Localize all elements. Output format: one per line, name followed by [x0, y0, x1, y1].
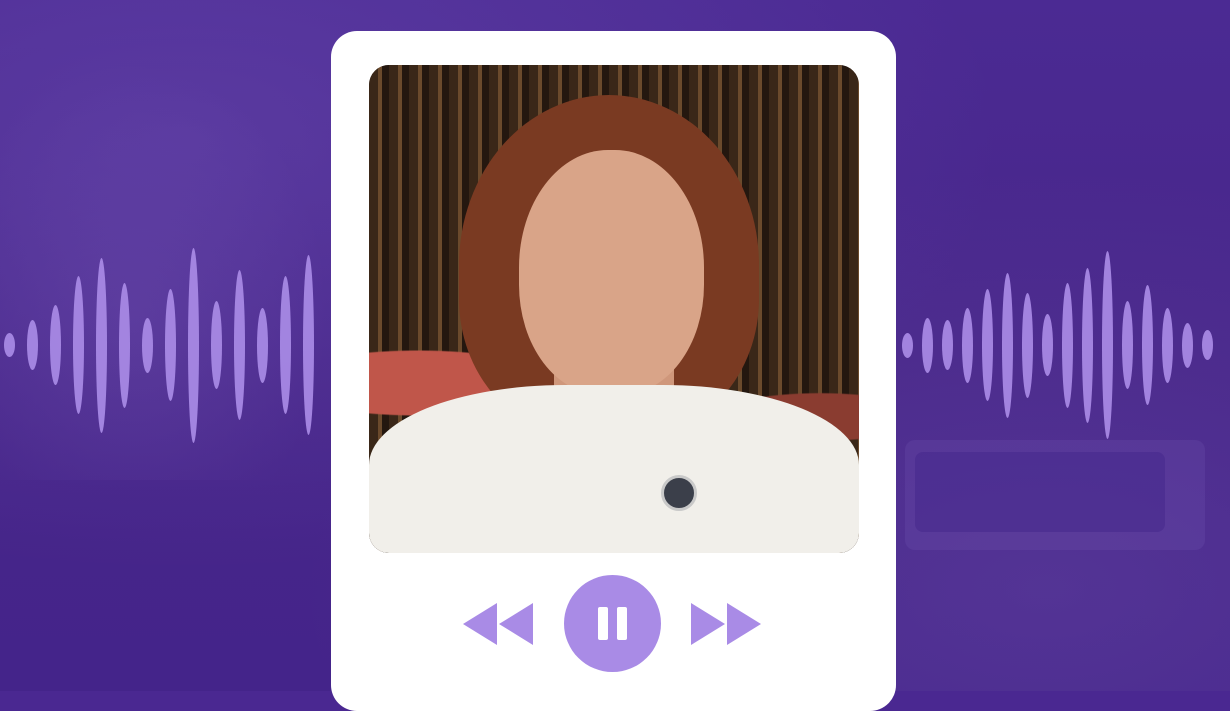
rewind-button[interactable] — [463, 603, 533, 645]
waveform-bar — [1162, 307, 1173, 383]
waveform-bar — [922, 317, 933, 373]
waveform-bar — [96, 257, 107, 433]
photo-jacket — [369, 385, 859, 553]
waveform-bar — [1142, 285, 1153, 405]
audio-player-card — [331, 31, 896, 711]
waveform-bar — [1042, 313, 1053, 377]
waveform-bar — [234, 270, 245, 420]
waveform-bar — [188, 247, 199, 443]
waveform-bar — [902, 332, 913, 358]
waveform-bar — [962, 307, 973, 383]
waveform-bar — [1102, 251, 1113, 439]
fast-forward-button[interactable] — [691, 603, 761, 645]
pause-button[interactable] — [564, 575, 661, 672]
pause-icon-bar-right — [617, 607, 627, 640]
fast-forward-icon — [691, 603, 761, 645]
waveform-bar — [1002, 272, 1013, 418]
waveform-bar — [73, 276, 84, 414]
waveform-bar — [119, 282, 130, 408]
waveform-bar — [280, 276, 291, 414]
waveform-left — [0, 0, 330, 691]
waveform-bar — [211, 301, 222, 389]
waveform-bar — [1062, 282, 1073, 408]
waveform-bar — [1022, 292, 1033, 398]
pause-icon-bar-left — [598, 607, 608, 640]
lapel-pin — [661, 475, 697, 511]
waveform-bar — [1202, 330, 1213, 360]
waveform-bar — [27, 320, 38, 370]
waveform-bar — [942, 320, 953, 370]
waveform-right — [898, 0, 1230, 691]
photo-face — [519, 150, 704, 395]
waveform-bar — [165, 288, 176, 402]
playback-controls — [331, 571, 896, 681]
waveform-bar — [1082, 267, 1093, 423]
waveform-bar — [257, 307, 268, 383]
waveform-bar — [50, 305, 61, 385]
waveform-bar — [142, 317, 153, 373]
rewind-icon — [463, 603, 533, 645]
waveform-bar — [982, 288, 993, 402]
waveform-bar — [1182, 322, 1193, 368]
speaker-photo — [369, 65, 859, 553]
waveform-bar — [303, 255, 314, 435]
waveform-bar — [4, 333, 15, 357]
waveform-bar — [1122, 301, 1133, 389]
